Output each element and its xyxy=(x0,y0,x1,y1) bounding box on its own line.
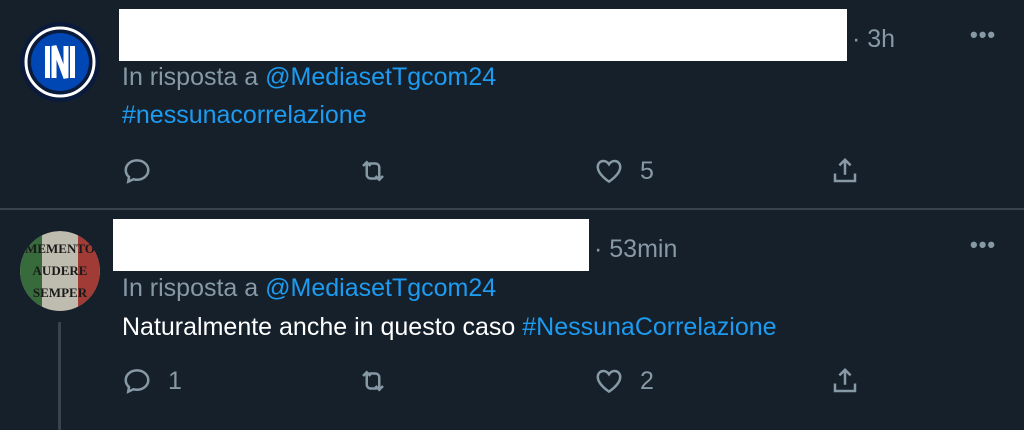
heart-icon xyxy=(596,159,622,184)
more-icon[interactable]: ••• xyxy=(970,22,996,48)
reply-prefix: In risposta a xyxy=(122,274,259,302)
avatar-text-line: MEMENTO xyxy=(25,241,95,256)
thread-line xyxy=(58,322,61,430)
reply-context: In risposta a @MediasetTgcom24 xyxy=(122,63,496,92)
retweet-button[interactable] xyxy=(358,366,388,396)
tweet-text: #nessunacorrelazione xyxy=(122,101,367,130)
redacted-username xyxy=(113,219,589,271)
retweet-button[interactable] xyxy=(358,156,388,186)
inter-logo-avatar[interactable] xyxy=(20,22,100,102)
reply-icon xyxy=(124,369,150,394)
like-count: 2 xyxy=(640,366,654,395)
tweet-timestamp[interactable]: · 3h xyxy=(852,25,895,54)
hashtag-link[interactable]: #NessunaCorrelazione xyxy=(522,313,776,341)
share-icon xyxy=(833,157,857,183)
reply-icon xyxy=(124,159,150,184)
heart-icon xyxy=(596,369,622,394)
retweet-icon xyxy=(362,370,384,392)
share-button[interactable] xyxy=(830,366,860,396)
tweet-text-plain: Naturalmente anche in questo caso xyxy=(122,313,523,341)
share-icon xyxy=(833,367,857,393)
retweet-icon xyxy=(362,160,384,182)
reply-context: In risposta a @MediasetTgcom24 xyxy=(122,274,496,303)
reply-button[interactable]: 1 xyxy=(122,366,182,396)
tweet-text: Naturalmente anche in questo caso #Nessu… xyxy=(122,313,777,342)
mention-link[interactable]: @MediasetTgcom24 xyxy=(265,274,496,302)
reply-count: 1 xyxy=(168,366,182,395)
like-button[interactable]: 2 xyxy=(594,366,654,396)
mention-link[interactable]: @MediasetTgcom24 xyxy=(265,63,496,91)
tweet[interactable]: · 3h ••• In risposta a @MediasetTgcom24 … xyxy=(0,0,1024,208)
reply-prefix: In risposta a xyxy=(122,63,259,91)
tweet-timestamp[interactable]: · 53min xyxy=(594,235,677,264)
more-icon[interactable]: ••• xyxy=(970,232,996,258)
memento-audere-semper-avatar[interactable]: MEMENTO AUDERE SEMPER xyxy=(20,231,100,311)
redacted-username xyxy=(119,9,847,61)
hashtag-link[interactable]: #nessunacorrelazione xyxy=(122,101,367,129)
share-button[interactable] xyxy=(830,156,860,186)
like-button[interactable]: 5 xyxy=(594,156,654,186)
avatar-text-line: AUDERE xyxy=(33,263,88,278)
like-count: 5 xyxy=(640,156,654,185)
reply-button[interactable] xyxy=(122,156,152,186)
avatar-text-line: SEMPER xyxy=(33,285,88,300)
